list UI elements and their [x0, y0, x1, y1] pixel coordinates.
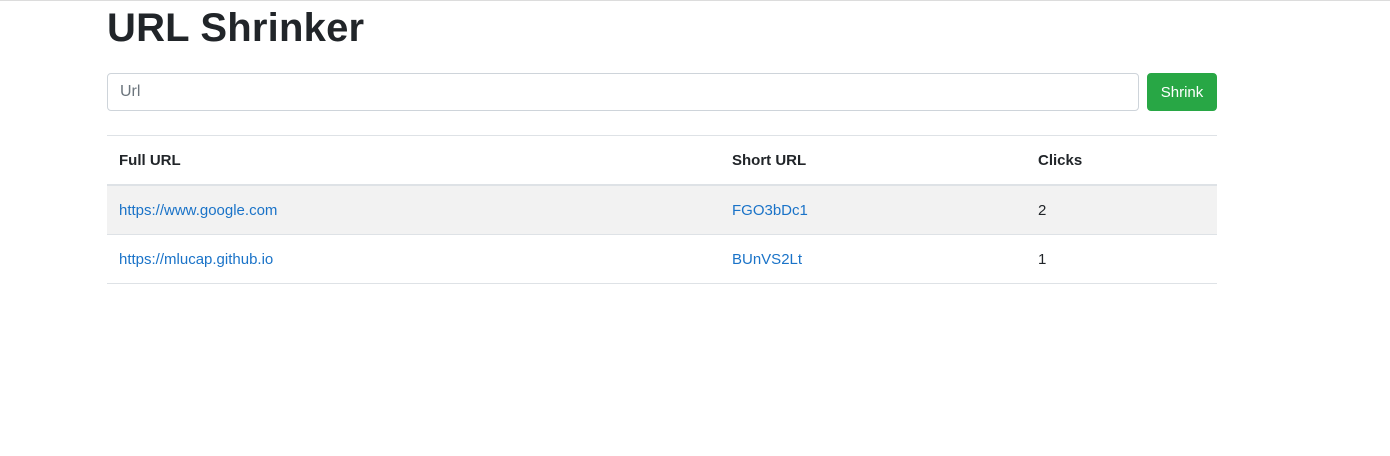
top-border [0, 0, 1390, 1]
full-url-link[interactable]: https://www.google.com [119, 202, 277, 219]
full-url-cell: https://www.google.com [107, 184, 720, 235]
url-input[interactable] [107, 73, 1139, 111]
shrink-button[interactable]: Shrink [1147, 73, 1217, 111]
short-url-cell: FGO3bDc1 [720, 184, 1026, 235]
full-url-cell: https://mlucap.github.io [107, 234, 720, 284]
table-row: https://www.google.com FGO3bDc1 2 [107, 184, 1217, 235]
clicks-cell: 2 [1026, 184, 1217, 235]
header-clicks: Clicks [1026, 135, 1217, 186]
table-row: https://mlucap.github.io BUnVS2Lt 1 [107, 234, 1217, 284]
header-full-url: Full URL [107, 135, 720, 186]
table-header-row: Full URL Short URL Clicks [107, 135, 1217, 186]
short-url-link[interactable]: BUnVS2Lt [732, 251, 802, 268]
table-header: Full URL Short URL Clicks [107, 135, 1217, 186]
shrink-form: Shrink [107, 73, 1217, 111]
clicks-cell: 1 [1026, 234, 1217, 284]
header-short-url: Short URL [720, 135, 1026, 186]
urls-table: Full URL Short URL Clicks https://www.go… [107, 135, 1217, 284]
page-title: URL Shrinker [107, 6, 365, 50]
table-body: https://www.google.com FGO3bDc1 2 https:… [107, 184, 1217, 284]
short-url-link[interactable]: FGO3bDc1 [732, 202, 808, 219]
short-url-cell: BUnVS2Lt [720, 234, 1026, 284]
full-url-link[interactable]: https://mlucap.github.io [119, 251, 273, 268]
